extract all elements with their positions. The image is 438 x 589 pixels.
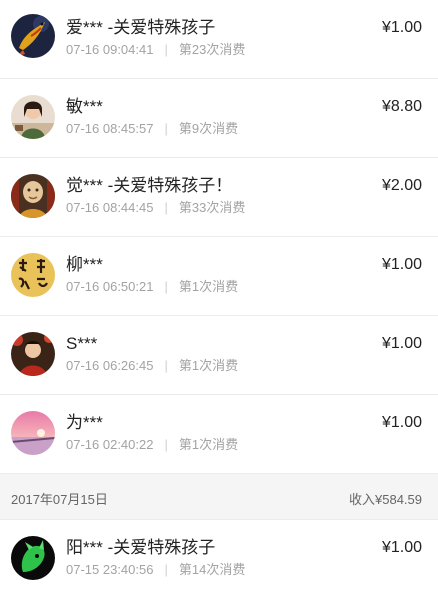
transaction-meta: 07-16 08:44:45 | 第33次消费 bbox=[66, 200, 245, 216]
transaction-time: 07-16 06:50:21 bbox=[66, 279, 154, 294]
payer-name: 爱*** -关爱特殊孩子 bbox=[66, 18, 216, 37]
transaction-amount: ¥1.00 bbox=[381, 539, 422, 556]
purchase-count: 第14次消费 bbox=[178, 562, 246, 577]
separator: | bbox=[164, 562, 168, 577]
transaction-row[interactable]: 敏*** 07-16 08:45:57 | 第9次消费 ¥8.80 bbox=[0, 79, 438, 158]
transaction-amount: ¥1.00 bbox=[381, 19, 422, 36]
separator: | bbox=[164, 358, 168, 373]
transaction-row[interactable]: 阳*** -关爱特殊孩子 07-15 23:40:56 | 第14次消费 ¥1.00 bbox=[0, 520, 438, 589]
day-summary-header: 2017年07月15日 收入¥584.59 bbox=[0, 474, 438, 520]
transaction-time: 07-16 09:04:41 bbox=[66, 42, 154, 57]
transaction-time: 07-16 08:44:45 bbox=[66, 200, 154, 215]
purchase-count: 第9次消费 bbox=[178, 121, 239, 136]
payer-name: 柳*** bbox=[66, 255, 103, 274]
payer-name: 为*** bbox=[66, 413, 103, 432]
transaction-amount: ¥1.00 bbox=[381, 414, 422, 431]
payer-name: S*** bbox=[66, 334, 98, 353]
transaction-row[interactable]: S*** 07-16 06:26:45 | 第1次消费 ¥1.00 bbox=[0, 316, 438, 395]
transaction-time: 07-15 23:40:56 bbox=[66, 562, 154, 577]
transaction-amount: ¥1.00 bbox=[381, 256, 422, 273]
transaction-time: 07-16 06:26:45 bbox=[66, 358, 154, 373]
separator: | bbox=[164, 42, 168, 57]
payer-name: 觉*** -关爱特殊孩子！ bbox=[66, 176, 233, 195]
transaction-meta: 07-16 02:40:22 | 第1次消费 bbox=[66, 437, 238, 453]
transaction-row[interactable]: 爱*** -关爱特殊孩子 07-16 09:04:41 | 第23次消费 ¥1.00 bbox=[0, 0, 438, 79]
transaction-amount: ¥2.00 bbox=[381, 177, 422, 194]
payer-name: 阳*** -关爱特殊孩子 bbox=[66, 538, 216, 557]
calligraphy-avatar-icon[interactable] bbox=[11, 253, 55, 297]
transaction-row[interactable]: 柳*** 07-16 06:50:21 | 第1次消费 ¥1.00 bbox=[0, 237, 438, 316]
purchase-count: 第23次消费 bbox=[178, 42, 246, 57]
transaction-amount: ¥1.00 bbox=[381, 335, 422, 352]
separator: | bbox=[164, 121, 168, 136]
transaction-meta: 07-16 06:26:45 | 第1次消费 bbox=[66, 358, 238, 374]
separator: | bbox=[164, 279, 168, 294]
day-income: 收入¥584.59 bbox=[349, 492, 422, 507]
day-date: 2017年07月15日 bbox=[11, 492, 108, 507]
transaction-amount: ¥8.80 bbox=[381, 98, 422, 115]
transaction-meta: 07-15 23:40:56 | 第14次消费 bbox=[66, 562, 245, 578]
koi-fish-avatar-icon[interactable] bbox=[11, 14, 55, 58]
transaction-meta: 07-16 09:04:41 | 第23次消费 bbox=[66, 42, 245, 58]
transaction-meta: 07-16 08:45:57 | 第9次消费 bbox=[66, 121, 238, 137]
transaction-meta: 07-16 06:50:21 | 第1次消费 bbox=[66, 279, 238, 295]
transaction-row[interactable]: 为*** 07-16 02:40:22 | 第1次消费 ¥1.00 bbox=[0, 395, 438, 474]
transaction-time: 07-16 02:40:22 bbox=[66, 437, 154, 452]
purchase-count: 第1次消费 bbox=[178, 437, 239, 452]
purchase-count: 第33次消费 bbox=[178, 200, 246, 215]
sunset-sea-avatar-icon[interactable] bbox=[11, 411, 55, 455]
woman-red-avatar-icon[interactable] bbox=[11, 332, 55, 376]
transaction-time: 07-16 08:45:57 bbox=[66, 121, 154, 136]
woman-portrait-avatar-icon[interactable] bbox=[11, 95, 55, 139]
purchase-count: 第1次消费 bbox=[178, 358, 239, 373]
monk-statue-avatar-icon[interactable] bbox=[11, 174, 55, 218]
transaction-list: 爱*** -关爱特殊孩子 07-16 09:04:41 | 第23次消费 ¥1.00… bbox=[0, 0, 438, 589]
separator: | bbox=[164, 200, 168, 215]
transaction-row[interactable]: 觉*** -关爱特殊孩子！ 07-16 08:44:45 | 第33次消费 ¥2.0… bbox=[0, 158, 438, 237]
payer-name: 敏*** bbox=[66, 97, 103, 116]
purchase-count: 第1次消费 bbox=[178, 279, 239, 294]
separator: | bbox=[164, 437, 168, 452]
green-dragon-avatar-icon[interactable] bbox=[11, 536, 55, 580]
